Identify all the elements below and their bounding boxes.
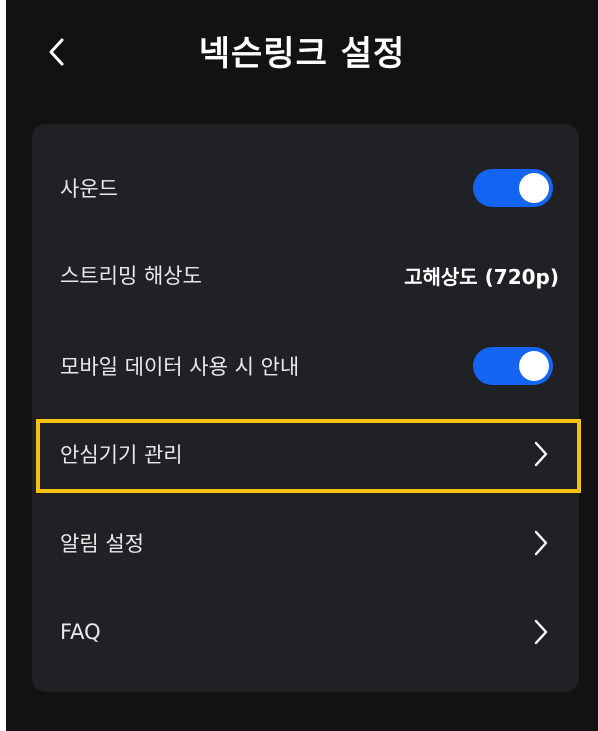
- settings-row-sound: 사운드: [32, 144, 579, 232]
- trusted-devices-label: 안심기기 관리: [60, 443, 183, 467]
- faq-label: FAQ: [60, 620, 101, 644]
- toggle-knob: [519, 351, 549, 381]
- toggle-knob: [519, 173, 549, 203]
- settings-card: 사운드 스트리밍 해상도 고해상도 (720p) 모바일 데이터 사용 시 안내…: [32, 124, 579, 692]
- header: 넥슨링크 설정: [6, 0, 598, 108]
- streaming-resolution-value: 고해상도 (720p): [404, 264, 559, 289]
- chevron-left-icon: [49, 38, 64, 66]
- settings-row-mobile-data-notice: 모바일 데이터 사용 시 안내: [32, 322, 579, 410]
- chevron-right-icon: [529, 438, 553, 470]
- mobile-data-notice-toggle[interactable]: [473, 347, 553, 385]
- settings-row-trusted-devices[interactable]: 안심기기 관리: [32, 410, 579, 498]
- settings-screen: 넥슨링크 설정 사운드 스트리밍 해상도 고해상도 (720p) 모바일 데이터…: [6, 0, 598, 731]
- sound-toggle[interactable]: [473, 169, 553, 207]
- page-title: 넥슨링크 설정: [198, 34, 406, 74]
- chevron-right-icon: [529, 527, 553, 559]
- settings-row-faq[interactable]: FAQ: [32, 588, 579, 676]
- settings-row-notification-settings[interactable]: 알림 설정: [32, 499, 579, 587]
- sound-label: 사운드: [60, 177, 118, 201]
- notification-settings-label: 알림 설정: [60, 532, 144, 556]
- settings-row-streaming-resolution[interactable]: 스트리밍 해상도 고해상도 (720p): [32, 231, 579, 319]
- streaming-resolution-label: 스트리밍 해상도: [60, 264, 202, 288]
- back-button[interactable]: [36, 30, 76, 74]
- chevron-right-icon: [529, 616, 553, 648]
- mobile-data-notice-label: 모바일 데이터 사용 시 안내: [60, 355, 300, 379]
